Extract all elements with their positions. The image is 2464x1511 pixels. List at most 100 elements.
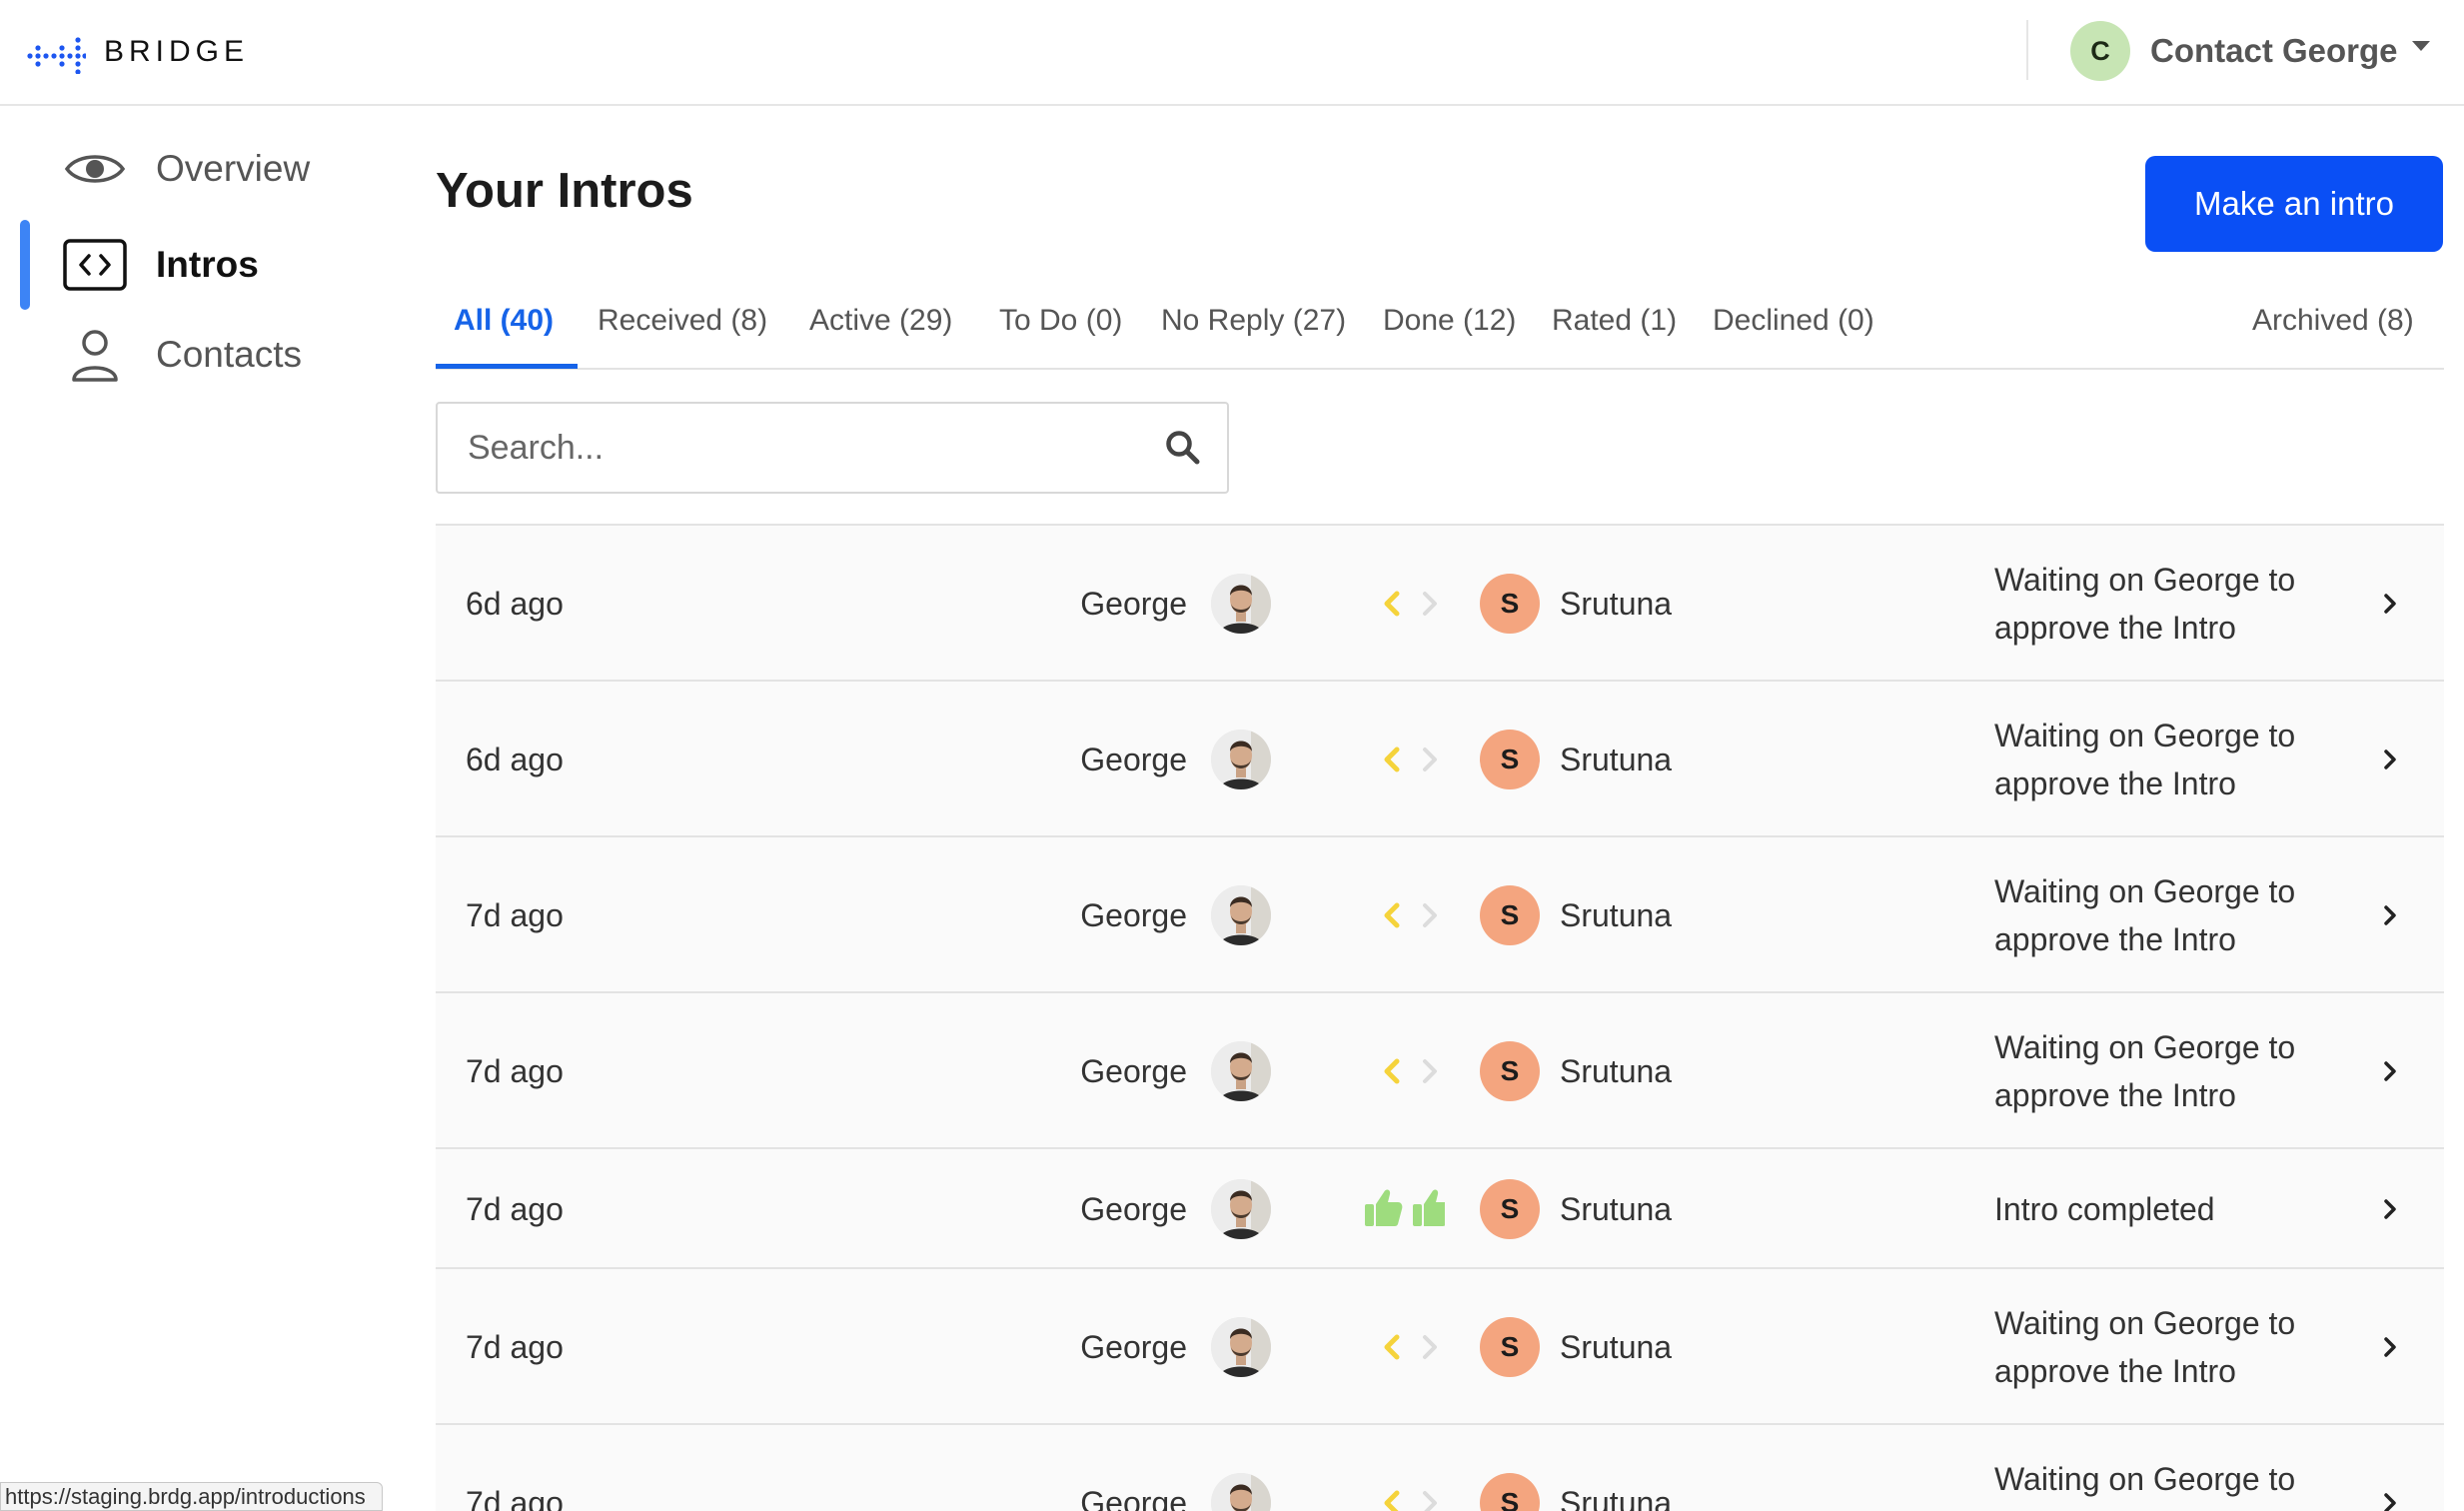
intro-to-name: Srutuna bbox=[1560, 586, 1673, 622]
sidebar-item-intros[interactable]: Intros bbox=[60, 230, 259, 300]
avatar: S bbox=[1480, 1473, 1540, 1511]
arrows-icon bbox=[1384, 1490, 1437, 1511]
arrows-icon bbox=[1384, 1058, 1437, 1084]
search-input[interactable] bbox=[438, 404, 1117, 492]
page-title: Your Intros bbox=[436, 164, 693, 218]
avatar bbox=[1211, 1179, 1271, 1239]
intro-time: 7d ago bbox=[466, 1329, 564, 1365]
intro-status-icon bbox=[1335, 1478, 1445, 1511]
eye-icon bbox=[60, 139, 130, 199]
intro-status-line: approve the Intro bbox=[1994, 765, 2236, 801]
avatar: S bbox=[1480, 885, 1540, 945]
tab-received[interactable]: Received (8) bbox=[598, 304, 767, 338]
intro-row[interactable]: 7d ago George S Srutuna Waiting on Georg… bbox=[436, 837, 2444, 993]
brand-logo[interactable]: BRIDGE bbox=[26, 30, 249, 74]
intro-status-text: Waiting on George to approve the Intro bbox=[1994, 712, 2394, 807]
chevron-right-icon[interactable] bbox=[2378, 1197, 2402, 1221]
intro-status-line: approve the Intro bbox=[1994, 1503, 2394, 1511]
tab-archived[interactable]: Archived (8) bbox=[2252, 304, 2414, 338]
intro-status-text: Intro completed bbox=[1994, 1185, 2394, 1233]
intro-status-line: approve the Intro bbox=[1994, 1077, 2236, 1113]
chevron-right-icon[interactable] bbox=[2378, 1491, 2402, 1511]
user-menu[interactable]: C Contact George bbox=[2070, 20, 2430, 82]
intro-status-text: Waiting on George to approve the Intro bbox=[1994, 556, 2394, 652]
intro-status-text: Waiting on George to approve the Intro bbox=[1994, 1455, 2394, 1511]
tab-done[interactable]: Done (12) bbox=[1383, 304, 1516, 338]
chevron-right-icon[interactable] bbox=[2378, 1059, 2402, 1083]
intro-time: 7d ago bbox=[466, 1053, 564, 1089]
intro-row[interactable]: 7d ago George S Srutuna Waiting on Georg… bbox=[436, 1269, 2444, 1425]
intro-status-line: Waiting on George to bbox=[1994, 718, 2296, 754]
thumbs-up-icon bbox=[1365, 1189, 1451, 1226]
sidebar: Overview Intros Contacts bbox=[0, 108, 420, 1511]
chevron-right-icon[interactable] bbox=[2378, 748, 2402, 771]
avatar: S bbox=[1480, 574, 1540, 634]
intro-status-text: Waiting on George to approve the Intro bbox=[1994, 1299, 2394, 1395]
intro-from-name: George bbox=[1080, 1191, 1187, 1227]
tab-declined[interactable]: Declined (0) bbox=[1713, 304, 1874, 338]
intro-status-icon bbox=[1335, 735, 1445, 784]
intro-row[interactable]: 7d ago George S Srutuna Waiting on Georg… bbox=[436, 993, 2444, 1149]
sidebar-item-contacts[interactable]: Contacts bbox=[60, 320, 302, 390]
brand-name: BRIDGE bbox=[104, 35, 250, 68]
sidebar-item-overview[interactable]: Overview bbox=[60, 134, 310, 204]
chevron-down-icon bbox=[2411, 41, 2430, 51]
avatar bbox=[1211, 730, 1271, 789]
chevron-right-icon[interactable] bbox=[2378, 903, 2402, 927]
avatar: S bbox=[1480, 1041, 1540, 1101]
tab-rated[interactable]: Rated (1) bbox=[1552, 304, 1677, 338]
active-tab-underline bbox=[436, 364, 578, 369]
intro-time: 7d ago bbox=[466, 1485, 564, 1511]
intro-time: 6d ago bbox=[466, 742, 564, 777]
intro-to-name: Srutuna bbox=[1560, 897, 1673, 933]
intro-status-icon bbox=[1335, 1184, 1451, 1234]
sidebar-item-label: Intros bbox=[156, 244, 259, 285]
intro-status-line: Waiting on George to bbox=[1994, 873, 2296, 909]
avatar bbox=[1211, 1317, 1271, 1377]
intro-to-name: Srutuna bbox=[1560, 1191, 1673, 1227]
intro-status-text: Waiting on George to approve the Intro bbox=[1994, 867, 2394, 963]
tab-to-do[interactable]: To Do (0) bbox=[999, 304, 1122, 338]
make-intro-button[interactable]: Make an intro bbox=[2145, 156, 2443, 252]
intro-filter-tabs: All (40) Received (8) Active (29) To Do … bbox=[436, 290, 2444, 370]
intro-status-line: Waiting on George to bbox=[1994, 562, 2296, 598]
intro-to-name: Srutuna bbox=[1560, 1053, 1673, 1089]
chevron-right-icon[interactable] bbox=[2378, 592, 2402, 616]
tab-no-reply[interactable]: No Reply (27) bbox=[1161, 304, 1346, 338]
intro-from-name: George bbox=[1080, 1053, 1187, 1089]
chevron-right-icon[interactable] bbox=[2378, 1335, 2402, 1359]
intro-from-name: George bbox=[1080, 1485, 1187, 1511]
code-brackets-icon bbox=[60, 235, 130, 295]
intro-status-line: approve the Intro bbox=[1994, 610, 2236, 646]
intro-row[interactable]: 6d ago George S Srutuna Waiting on Georg… bbox=[436, 682, 2444, 837]
intro-row[interactable]: 6d ago George S Srutuna Waiting on Georg… bbox=[436, 526, 2444, 682]
avatar bbox=[1211, 1041, 1271, 1101]
intro-status-line: Waiting on George to bbox=[1994, 1461, 2296, 1497]
avatar: S bbox=[1480, 1317, 1540, 1377]
sidebar-item-label: Overview bbox=[156, 148, 311, 189]
intro-status-icon bbox=[1335, 890, 1445, 940]
search-box bbox=[436, 402, 1229, 494]
arrows-icon bbox=[1384, 747, 1437, 772]
intro-time: 7d ago bbox=[466, 897, 564, 933]
intro-status-text: Waiting on George to approve the Intro bbox=[1994, 1023, 2394, 1119]
intro-status-icon bbox=[1335, 1046, 1445, 1096]
intro-row[interactable]: 7d ago George S Srutuna Waiting on Georg… bbox=[436, 1425, 2444, 1511]
link-url-tooltip: https://staging.brdg.app/introductions bbox=[0, 1482, 383, 1511]
intro-status-icon bbox=[1335, 1322, 1445, 1372]
arrows-icon bbox=[1384, 591, 1437, 617]
avatar: S bbox=[1480, 1179, 1540, 1239]
sidebar-active-indicator bbox=[20, 220, 30, 310]
intro-row[interactable]: 7d ago George S Srutuna Intro completed bbox=[436, 1149, 2444, 1269]
intro-status-line: approve the Intro bbox=[1994, 1353, 2236, 1389]
intro-from-name: George bbox=[1080, 742, 1187, 777]
avatar bbox=[1211, 885, 1271, 945]
tab-active[interactable]: Active (29) bbox=[809, 304, 952, 338]
sidebar-item-label: Contacts bbox=[156, 334, 303, 375]
intro-from-name: George bbox=[1080, 586, 1187, 622]
avatar bbox=[1211, 1473, 1271, 1511]
search-icon[interactable] bbox=[1163, 428, 1203, 468]
tab-all[interactable]: All (40) bbox=[454, 304, 554, 338]
person-icon bbox=[60, 325, 130, 385]
intro-status-icon bbox=[1335, 579, 1445, 629]
